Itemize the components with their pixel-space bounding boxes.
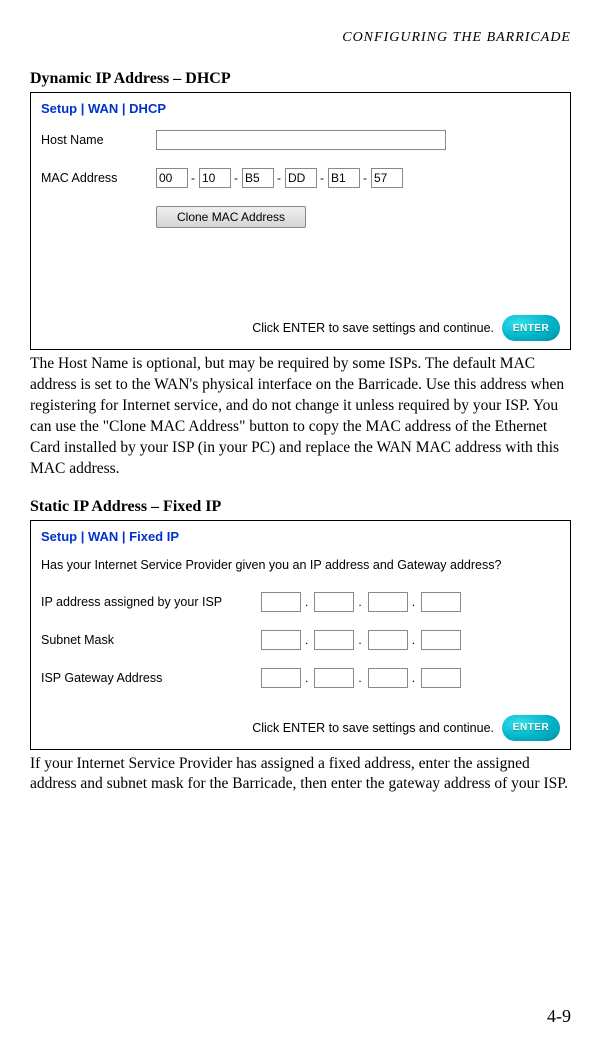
mac-sep: - (191, 171, 195, 185)
breadcrumb-dhcp: Setup | WAN | DHCP (41, 101, 560, 116)
section-heading-fixed: Static IP Address – Fixed IP (30, 498, 571, 516)
ip-sep: . (358, 671, 361, 685)
mac-octet-input[interactable] (156, 168, 188, 188)
mac-sep: - (234, 171, 238, 185)
gateway-octet-input[interactable] (421, 668, 461, 688)
mac-sep: - (363, 171, 367, 185)
page-number: 4-9 (547, 1006, 571, 1027)
gateway-octet-input[interactable] (314, 668, 354, 688)
gateway-octet-input[interactable] (261, 668, 301, 688)
mac-sep: - (277, 171, 281, 185)
ip-octet-input[interactable] (421, 592, 461, 612)
host-name-label: Host Name (41, 133, 156, 147)
mac-octet-input[interactable] (371, 168, 403, 188)
clone-mac-button[interactable]: Clone MAC Address (156, 206, 306, 228)
mac-octet-input[interactable] (285, 168, 317, 188)
ip-octet-input[interactable] (368, 592, 408, 612)
ip-octet-input[interactable] (314, 592, 354, 612)
ip-sep: . (358, 633, 361, 647)
subnet-octet-input[interactable] (314, 630, 354, 650)
mac-octet-input[interactable] (242, 168, 274, 188)
enter-button[interactable]: ENTER (502, 715, 560, 741)
body-text-dhcp: The Host Name is optional, but may be re… (30, 354, 571, 480)
panel-dhcp: Setup | WAN | DHCP Host Name MAC Address… (30, 92, 571, 350)
host-name-input[interactable] (156, 130, 446, 150)
ip-sep: . (305, 671, 308, 685)
breadcrumb-fixed: Setup | WAN | Fixed IP (41, 529, 560, 544)
gateway-octet-input[interactable] (368, 668, 408, 688)
enter-hint-text: Click ENTER to save settings and continu… (252, 321, 494, 335)
ip-sep: . (412, 671, 415, 685)
subnet-mask-label: Subnet Mask (41, 633, 261, 647)
mac-octet-input[interactable] (328, 168, 360, 188)
enter-button[interactable]: ENTER (502, 315, 560, 341)
enter-hint-text: Click ENTER to save settings and continu… (252, 721, 494, 735)
panel-question: Has your Internet Service Provider given… (41, 558, 560, 572)
running-head: CONFIGURING THE BARRICADE (30, 30, 571, 46)
subnet-octet-input[interactable] (261, 630, 301, 650)
mac-sep: - (320, 171, 324, 185)
ip-octet-input[interactable] (261, 592, 301, 612)
section-heading-dhcp: Dynamic IP Address – DHCP (30, 70, 571, 88)
ip-address-label: IP address assigned by your ISP (41, 595, 261, 609)
ip-sep: . (305, 633, 308, 647)
ip-sep: . (358, 595, 361, 609)
mac-address-label: MAC Address (41, 171, 156, 185)
ip-sep: . (412, 633, 415, 647)
ip-sep: . (305, 595, 308, 609)
gateway-label: ISP Gateway Address (41, 671, 261, 685)
subnet-octet-input[interactable] (368, 630, 408, 650)
body-text-fixed: If your Internet Service Provider has as… (30, 754, 571, 796)
subnet-octet-input[interactable] (421, 630, 461, 650)
ip-sep: . (412, 595, 415, 609)
mac-octet-input[interactable] (199, 168, 231, 188)
panel-fixed-ip: Setup | WAN | Fixed IP Has your Internet… (30, 520, 571, 750)
